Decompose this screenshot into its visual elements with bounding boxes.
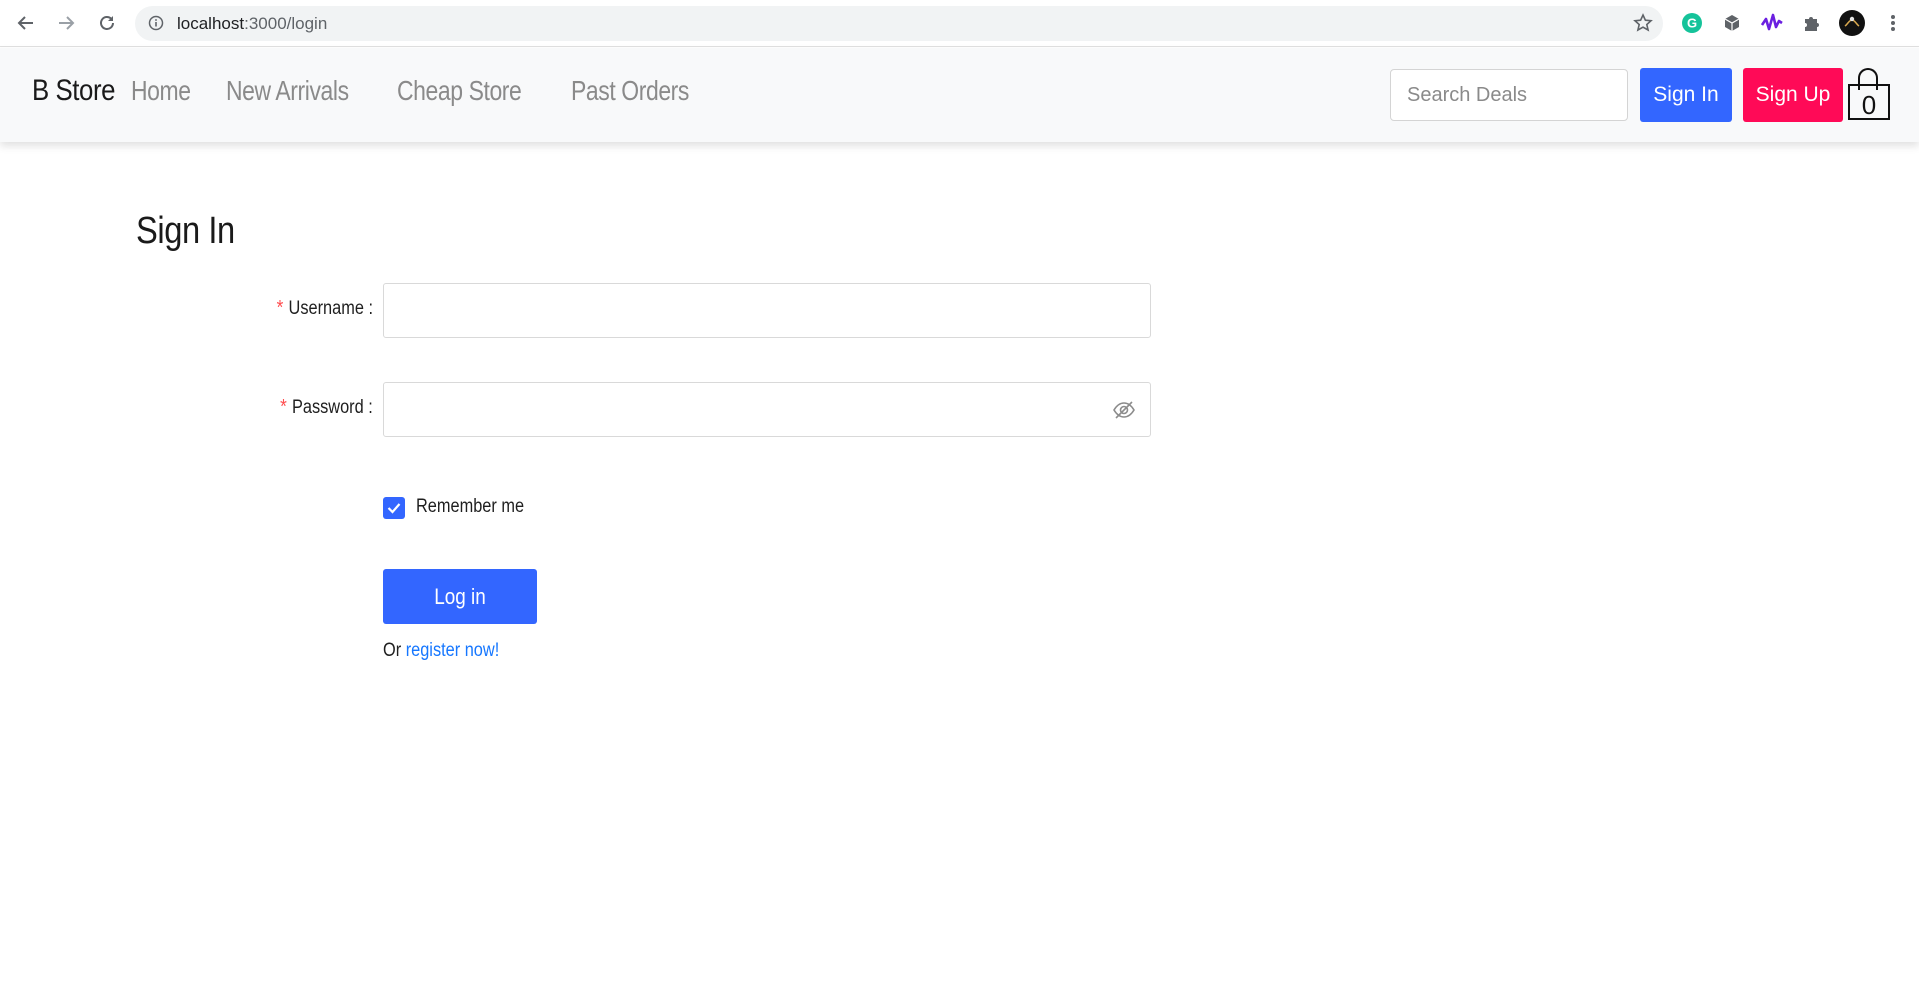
reload-icon[interactable] <box>92 8 122 38</box>
sign-up-button[interactable]: Sign Up <box>1743 68 1843 122</box>
search-deals-input[interactable] <box>1390 69 1628 121</box>
register-line: Or register now! <box>383 640 499 662</box>
nav-link-new-arrivals[interactable]: New Arrivals <box>226 75 349 107</box>
cube-extension-icon[interactable] <box>1719 10 1745 36</box>
address-bar[interactable]: localhost:3000/login <box>135 6 1663 41</box>
wave-extension-icon[interactable] <box>1759 10 1785 36</box>
username-input[interactable] <box>384 284 1150 337</box>
remember-me-checkbox[interactable] <box>383 497 405 519</box>
nav-link-home[interactable]: Home <box>131 75 191 107</box>
url-path: :3000/login <box>244 14 328 33</box>
browser-toolbar: localhost:3000/login G <box>0 0 1919 47</box>
profile-avatar[interactable] <box>1839 10 1865 36</box>
brand-logo[interactable]: B Store <box>32 74 115 108</box>
nav-link-cheap-store[interactable]: Cheap Store <box>397 75 522 107</box>
required-mark: * <box>276 297 284 319</box>
nav-links: Home New Arrivals Cheap Store Past Order… <box>131 75 737 107</box>
required-mark: * <box>280 396 288 418</box>
password-label: * Password : <box>280 396 373 419</box>
nav-link-past-orders[interactable]: Past Orders <box>571 75 689 107</box>
url-host: localhost <box>177 14 245 33</box>
password-label-text: Password : <box>292 397 373 418</box>
log-in-label: Log in <box>434 583 486 609</box>
username-label: * Username : <box>277 297 373 320</box>
password-input[interactable] <box>384 383 1150 436</box>
check-icon <box>387 503 401 514</box>
register-now-link[interactable]: register now! <box>406 640 500 661</box>
sign-in-button[interactable]: Sign In <box>1640 68 1732 122</box>
puzzle-extensions-icon[interactable] <box>1799 10 1825 36</box>
eye-invisible-icon[interactable] <box>1112 399 1136 426</box>
forward-arrow-icon[interactable] <box>51 8 81 38</box>
back-arrow-icon[interactable] <box>11 8 41 38</box>
register-prefix: Or <box>383 640 402 661</box>
more-menu-icon[interactable] <box>1880 10 1906 36</box>
bookmark-star-icon[interactable] <box>1633 13 1653 38</box>
site-info-icon[interactable] <box>148 15 164 36</box>
username-label-text: Username : <box>288 298 373 319</box>
password-field[interactable] <box>383 382 1151 437</box>
page-title: Sign In <box>136 210 235 252</box>
site-navbar: B Store Home New Arrivals Cheap Store Pa… <box>0 48 1919 142</box>
cart-button[interactable]: 0 <box>1846 66 1894 124</box>
log-in-button[interactable]: Log in <box>383 569 537 624</box>
url-text: localhost:3000/login <box>177 14 327 34</box>
cart-count: 0 <box>1861 90 1877 120</box>
svg-text:G: G <box>1687 16 1697 31</box>
grammarly-extension-icon[interactable]: G <box>1679 10 1705 36</box>
remember-me-label[interactable]: Remember me <box>416 496 524 518</box>
username-field[interactable] <box>383 283 1151 338</box>
